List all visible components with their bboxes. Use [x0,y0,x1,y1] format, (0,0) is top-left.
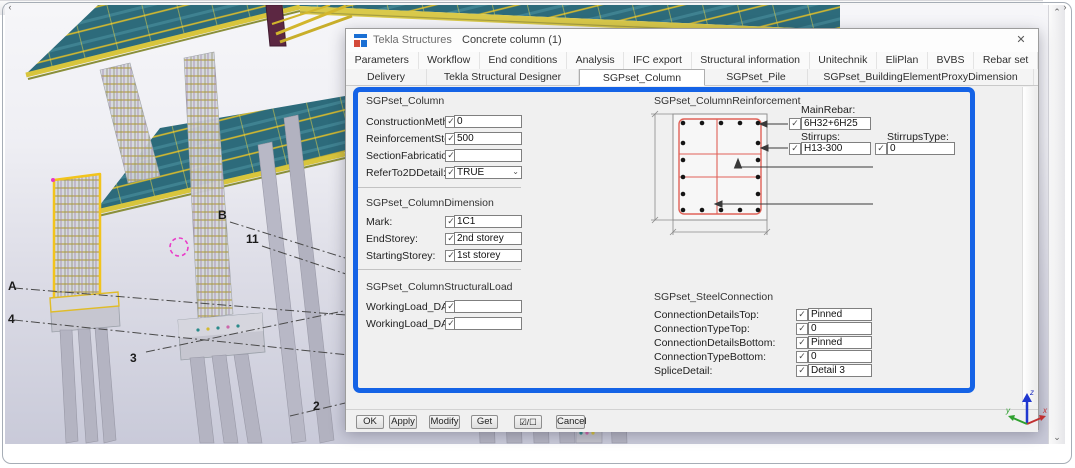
property-dialog: Tekla Structures Concrete column (1) ✕ P… [345,28,1039,430]
grid-label-4: 4 [8,312,15,326]
field-label: ReferTo2DDetail: [366,167,446,179]
vertical-scrollbar[interactable]: ⌃ ⌄ [1048,5,1065,444]
field-label: ConnectionDetailsTop: [654,309,759,321]
grid-label-11: 11 [246,232,259,246]
main-rebar-input[interactable]: 6H32+6H25 [801,117,871,130]
section-fabrication-method-input[interactable] [454,149,522,162]
tab-row-2: Delivery Tekla Structural Designer SGPse… [346,69,1038,86]
mark-input[interactable]: 1C1 [454,215,522,228]
tab-unitechnik[interactable]: Unitechnik [810,52,877,69]
dialog-button-bar: OK Apply Modify Get ☑/☐ Cancel [346,409,1038,432]
grid-label-A: A [8,279,17,293]
tab-structural-information[interactable]: Structural information [692,52,810,69]
checkbox[interactable]: ✓ [796,337,808,349]
stirrups-input[interactable]: H13-300 [801,142,871,155]
connection-type-bottom-input[interactable]: 0 [808,350,872,363]
tab-analysis[interactable]: Analysis [567,52,624,69]
scroll-left-arrow[interactable]: ‹ [0,0,20,14]
tab-delivery[interactable]: Delivery [346,69,427,85]
divider [357,187,521,188]
field-label: StartingStorey: [366,250,435,262]
checkbox[interactable]: ✓ [789,143,801,155]
ok-button[interactable]: OK [356,415,384,429]
field-label: ConnectionTypeBottom: [654,351,766,363]
dialog-title: Concrete column (1) [462,34,562,46]
connection-details-top-input[interactable]: Pinned [808,308,872,321]
tekla-logo-icon [354,34,367,47]
construction-method-input[interactable]: 0 [454,115,522,128]
grid-label-3: 3 [130,351,137,365]
modify-button[interactable]: Modify [429,415,460,429]
checkbox[interactable]: ✓ [796,309,808,321]
axis-label-x: x [1042,406,1048,415]
tab-sgpset-column[interactable]: SGPset_Column [579,69,705,86]
tab-sgpset-buildingelementproxydimension[interactable]: SGPset_BuildingElementProxyDimension [808,69,1034,85]
cancel-button[interactable]: Cancel [556,415,585,429]
scroll-right-arrow[interactable]: › [1055,0,1075,14]
end-storey-input[interactable]: 2nd storey [454,232,522,245]
reinforcement-steel-grade-input[interactable]: 500 [454,132,522,145]
checkbox[interactable]: ✓ [875,143,887,155]
get-button[interactable]: Get [471,415,498,429]
working-load-da1-1-input[interactable] [454,300,522,313]
app-name: Tekla Structures [373,34,452,46]
tab-ifc-export[interactable]: IFC export [624,52,691,69]
checkbox[interactable]: ✓ [796,323,808,335]
refer-to-2d-detail-select[interactable]: TRUE⌄ [454,166,522,179]
grid-label-2: 2 [313,399,320,413]
main-rebar-label: MainRebar: [801,104,855,116]
working-load-da1-2-input[interactable] [454,317,522,330]
axis-label-z: z [1029,388,1034,397]
field-label: Mark: [366,216,392,228]
tab-row-1: Parameters Workflow End conditions Analy… [346,52,1038,70]
checkbox[interactable]: ✓ [796,351,808,363]
starting-storey-input[interactable]: 1st storey [454,249,522,262]
checkbox[interactable]: ✓ [789,118,801,130]
connection-type-top-input[interactable]: 0 [808,322,872,335]
section-title-column: SGPset_Column [366,95,444,107]
snap-indicator [170,238,188,256]
axis-label-y: y [1005,406,1011,415]
tab-workflow[interactable]: Workflow [419,52,480,69]
tab-parameters[interactable]: Parameters [346,52,419,69]
section-title-steel-connection: SGPset_SteelConnection [654,291,773,303]
field-label: EndStorey: [366,233,418,245]
apply-button[interactable]: Apply [389,415,417,429]
scroll-down-arrow[interactable]: ⌄ [1049,430,1065,444]
divider [357,269,521,270]
field-label: ConnectionTypeTop: [654,323,750,335]
connection-details-bottom-input[interactable]: Pinned [808,336,872,349]
section-title-structural-load: SGPset_ColumnStructuralLoad [366,281,513,293]
stirrups-type-input[interactable]: 0 [887,142,955,155]
field-label: SpliceDetail: [654,365,712,377]
tab-tekla-structural-designer[interactable]: Tekla Structural Designer [427,69,579,85]
chevron-down-icon: ⌄ [512,166,519,178]
toggle-all-checkboxes-button[interactable]: ☑/☐ [514,415,542,429]
checkbox[interactable]: ✓ [796,365,808,377]
tab-end-conditions[interactable]: End conditions [480,52,567,69]
panel-scroll-area [1022,87,1037,405]
splice-detail-input[interactable]: Detail 3 [808,364,872,377]
close-icon[interactable]: ✕ [1013,33,1029,49]
tab-bvbs[interactable]: BVBS [928,52,974,69]
grid-label-B: B [218,208,227,222]
tab-eliplan[interactable]: EliPlan [877,52,928,69]
tab-rebar-set[interactable]: Rebar set [974,52,1038,69]
handle-dot [51,178,55,182]
field-label: ConnectionDetailsBottom: [654,337,775,349]
tab-sgpset-pile[interactable]: SGPset_Pile [705,69,808,85]
section-title-dimension: SGPset_ColumnDimension [366,197,494,209]
dialog-titlebar[interactable]: Tekla Structures Concrete column (1) ✕ [346,29,1038,53]
axis-orientation-icon: z x y [1005,386,1051,432]
selected-column [51,174,100,306]
